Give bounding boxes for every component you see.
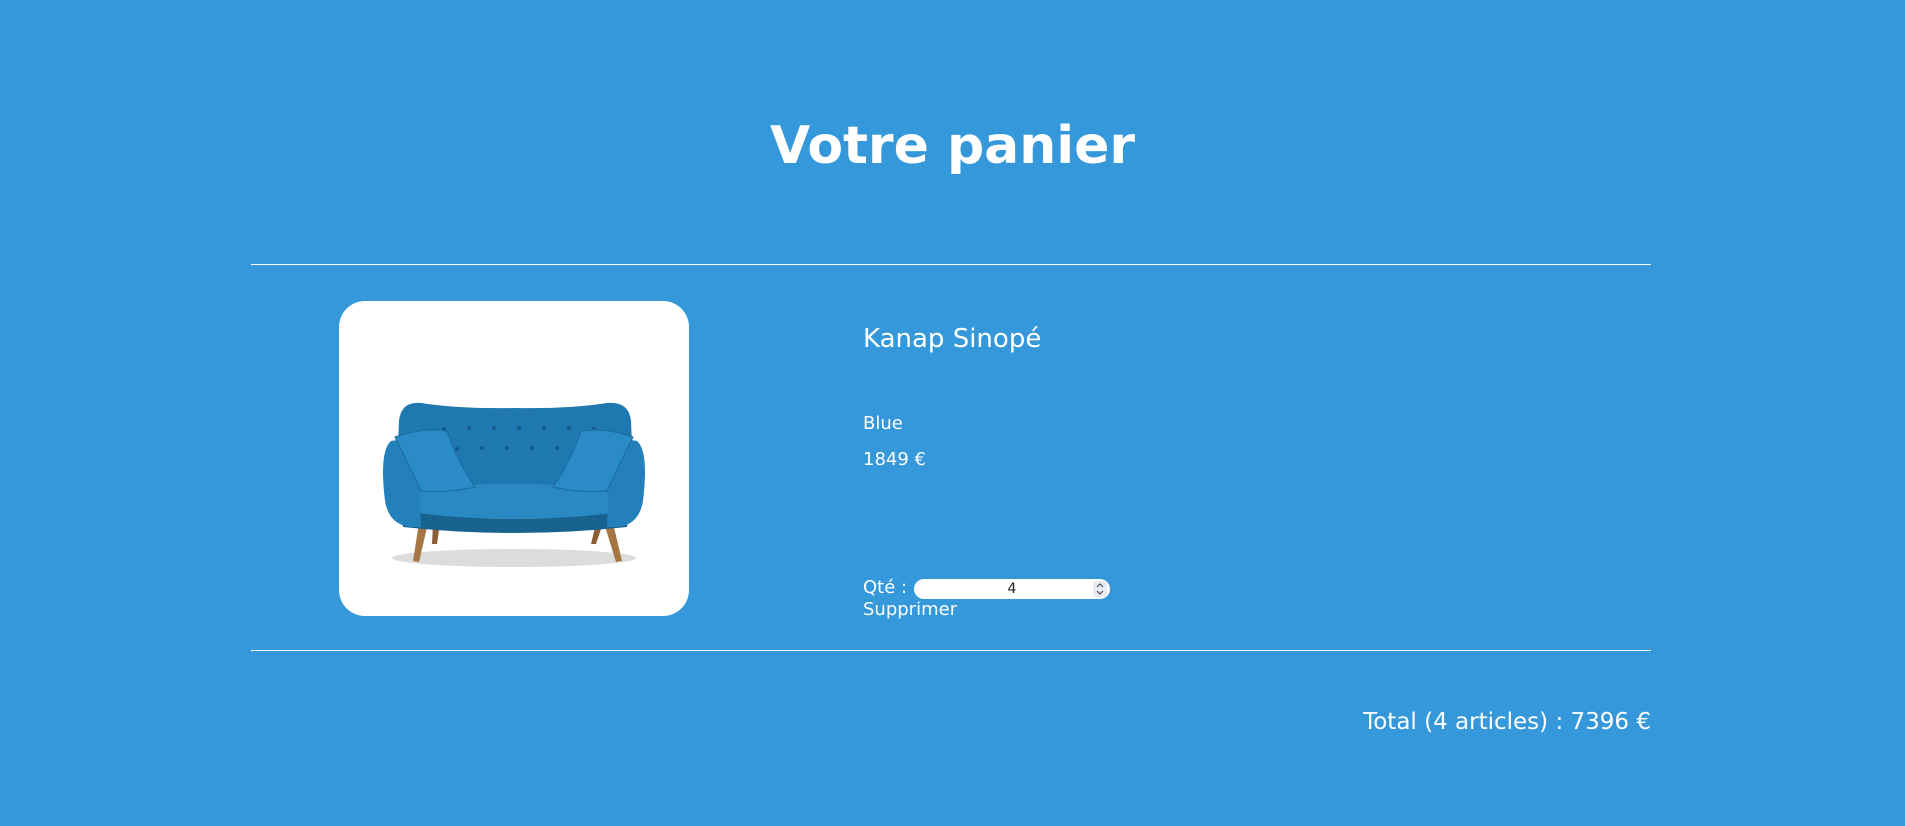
- quantity-value: 4: [1007, 581, 1017, 597]
- top-divider: [251, 264, 1651, 265]
- quantity-stepper[interactable]: [1093, 581, 1107, 597]
- delete-item-button[interactable]: Supprimer: [863, 599, 957, 621]
- cart-total: Total (4 articles) : 7396 €: [1363, 709, 1651, 735]
- bottom-divider: [251, 650, 1651, 651]
- page-title: Votre panier: [769, 116, 1136, 176]
- quantity-label: Qté :: [863, 577, 908, 598]
- product-name: Kanap Sinopé: [863, 324, 1042, 354]
- quantity-input[interactable]: 4: [914, 579, 1110, 599]
- product-price: 1849 €: [863, 449, 926, 470]
- product-image: [339, 301, 689, 616]
- sofa-image: [383, 402, 645, 567]
- product-color: Blue: [863, 413, 903, 434]
- stepper-arrows-icon: [1096, 583, 1104, 595]
